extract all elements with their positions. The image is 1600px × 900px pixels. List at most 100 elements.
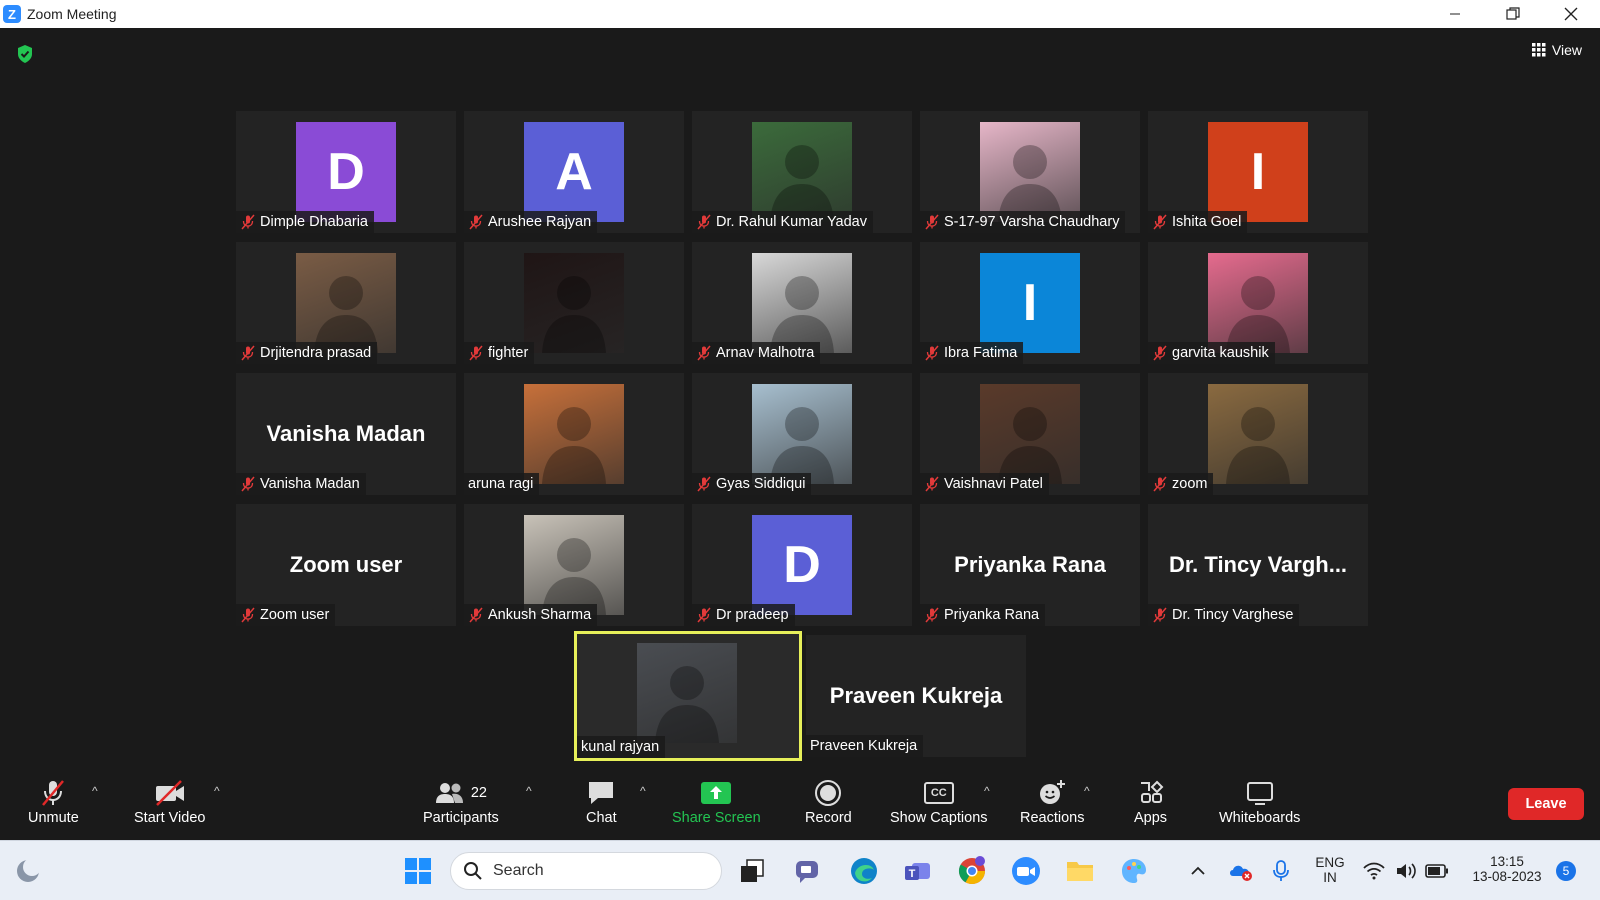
participant-tile[interactable]: Dr. Tincy Vargh... Dr. Tincy Varghese <box>1148 504 1368 626</box>
zoom-logo-icon: Z <box>3 5 21 23</box>
paint-app-icon[interactable] <box>1116 853 1152 889</box>
start-video-button[interactable]: Start Video <box>134 776 205 826</box>
whiteboards-button[interactable]: Whiteboards <box>1219 776 1300 826</box>
start-video-label: Start Video <box>134 810 206 826</box>
chat-button[interactable]: Chat <box>586 776 617 826</box>
minimize-button[interactable] <box>1426 0 1484 28</box>
participant-name: aruna ragi <box>468 476 534 492</box>
participants-count: 22 <box>470 785 487 801</box>
participants-chevron-icon[interactable]: ^ <box>526 784 532 798</box>
zoom-app-icon[interactable] <box>1008 853 1044 889</box>
clock[interactable]: 13:15 13-08-2023 <box>1462 854 1552 884</box>
microphone-tray-icon[interactable] <box>1266 853 1296 889</box>
participant-tile[interactable]: I Ibra Fatima <box>920 242 1140 364</box>
chrome-browser-icon[interactable] <box>954 853 990 889</box>
share-screen-icon <box>701 782 732 804</box>
clock-date: 13-08-2023 <box>1472 869 1542 884</box>
file-explorer-icon[interactable] <box>1062 853 1098 889</box>
participant-video <box>637 643 737 743</box>
participant-name-label: garvita kaushik <box>1148 342 1275 364</box>
chat-chevron-icon[interactable]: ^ <box>640 784 646 798</box>
restore-button[interactable] <box>1484 0 1542 28</box>
close-button[interactable] <box>1542 0 1600 28</box>
participant-tile[interactable]: A Arushee Rajyan <box>464 111 684 233</box>
muted-microphone-icon <box>240 607 256 623</box>
participant-tile[interactable]: Vaishnavi Patel <box>920 373 1140 495</box>
share-screen-button[interactable]: Share Screen <box>672 776 761 826</box>
participant-name: Drjitendra prasad <box>260 345 372 361</box>
os-taskbar: Search T ENG IN 13:15 13-08-2023 5 <box>0 840 1600 900</box>
apps-button[interactable]: Apps <box>1134 776 1167 826</box>
participant-tile[interactable]: Gyas Siddiqui <box>692 373 912 495</box>
search-placeholder: Search <box>493 862 544 879</box>
participant-name-label: Ibra Fatima <box>920 342 1024 364</box>
participant-tile[interactable]: Zoom user Zoom user <box>236 504 456 626</box>
participant-tile[interactable]: D Dimple Dhabaria <box>236 111 456 233</box>
video-muted-icon <box>155 780 184 806</box>
participant-video <box>296 253 396 353</box>
captions-chevron-icon[interactable]: ^ <box>984 784 990 798</box>
participant-tile[interactable]: aruna ragi <box>464 373 684 495</box>
participant-tile[interactable]: zoom <box>1148 373 1368 495</box>
search-icon <box>464 862 482 880</box>
volume-icon[interactable] <box>1392 853 1420 889</box>
participant-tile[interactable]: Dr. Rahul Kumar Yadav <box>692 111 912 233</box>
participant-tile[interactable]: I Ishita Goel <box>1148 111 1368 233</box>
audio-options-chevron-icon[interactable]: ^ <box>92 784 98 798</box>
participant-name-label: Ishita Goel <box>1148 211 1248 233</box>
participant-tile[interactable]: garvita kaushik <box>1148 242 1368 364</box>
leave-button[interactable]: Leave <box>1508 788 1584 820</box>
participants-button[interactable]: 22 Participants <box>423 776 499 826</box>
participant-video <box>752 384 852 484</box>
video-options-chevron-icon[interactable]: ^ <box>214 784 220 798</box>
tray-overflow-chevron-icon[interactable] <box>1186 853 1210 889</box>
participant-tile[interactable]: Vanisha Madan Vanisha Madan <box>236 373 456 495</box>
windows-start-icon[interactable] <box>400 853 436 889</box>
participant-tile[interactable]: Praveen Kukreja Praveen Kukreja <box>806 635 1026 757</box>
wifi-icon[interactable] <box>1360 853 1388 889</box>
edge-browser-icon[interactable] <box>846 853 882 889</box>
view-button[interactable]: View <box>1531 42 1582 58</box>
participant-video <box>752 253 852 353</box>
reactions-chevron-icon[interactable]: ^ <box>1084 784 1090 798</box>
participant-tile[interactable]: Drjitendra prasad <box>236 242 456 364</box>
reactions-button[interactable]: Reactions <box>1020 776 1084 826</box>
task-view-icon[interactable] <box>734 853 770 889</box>
muted-microphone-icon <box>924 607 940 623</box>
input-language-indicator[interactable]: ENG IN <box>1312 855 1348 885</box>
participant-tile[interactable]: Arnav Malhotra <box>692 242 912 364</box>
participants-label: Participants <box>423 810 499 826</box>
participant-name-label: Zoom user <box>236 604 336 626</box>
record-button[interactable]: Record <box>805 776 852 826</box>
participant-tile[interactable]: fighter <box>464 242 684 364</box>
show-captions-button[interactable]: CC Show Captions <box>890 776 988 826</box>
muted-microphone-icon <box>696 607 712 623</box>
battery-icon[interactable] <box>1422 853 1452 889</box>
teams-icon[interactable]: T <box>900 853 936 889</box>
unmute-button[interactable]: Unmute <box>28 776 79 826</box>
security-shield-icon[interactable] <box>16 44 34 69</box>
language-code: ENG <box>1315 855 1345 870</box>
participant-tile[interactable]: kunal rajyan <box>574 631 802 761</box>
participant-tile[interactable]: Priyanka Rana Priyanka Rana <box>920 504 1140 626</box>
taskbar-search-input[interactable]: Search <box>450 852 722 890</box>
captions-cc-icon: CC <box>923 782 954 804</box>
record-label: Record <box>805 810 852 826</box>
notification-badge[interactable]: 5 <box>1556 861 1576 881</box>
muted-microphone-icon <box>240 476 256 492</box>
participant-name: zoom <box>1172 476 1208 492</box>
participant-name-label: kunal rajyan <box>577 736 666 758</box>
weather-widget-icon[interactable] <box>10 853 46 889</box>
onedrive-error-icon[interactable] <box>1226 853 1256 889</box>
participant-video <box>752 122 852 222</box>
teams-chat-icon[interactable] <box>790 853 826 889</box>
participant-tile[interactable]: Ankush Sharma <box>464 504 684 626</box>
participant-name-label: fighter <box>464 342 535 364</box>
reactions-icon <box>1040 780 1066 804</box>
participant-tile[interactable]: S-17-97 Varsha Chaudhary <box>920 111 1140 233</box>
participant-name: garvita kaushik <box>1172 345 1269 361</box>
participant-name-label: Dr. Rahul Kumar Yadav <box>692 211 873 233</box>
participants-icon <box>435 783 463 803</box>
participant-tile[interactable]: D Dr pradeep <box>692 504 912 626</box>
muted-microphone-icon <box>240 345 256 361</box>
